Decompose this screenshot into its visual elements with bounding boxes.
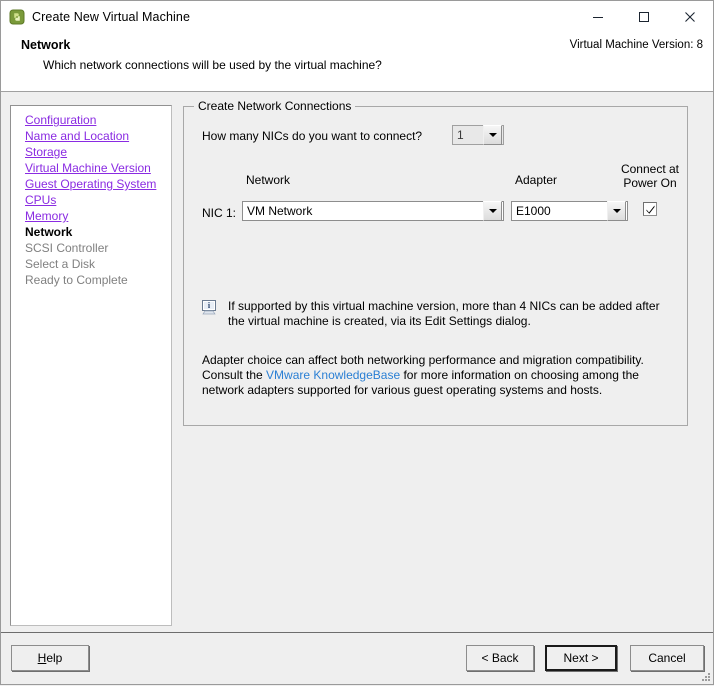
sidebar-item-virtual-machine-version[interactable]: Virtual Machine Version — [25, 160, 171, 176]
sidebar-item-guest-operating-system[interactable]: Guest Operating System — [25, 176, 171, 192]
info-note-text: If supported by this virtual machine ver… — [228, 299, 660, 328]
page-subtitle: Which network connections will be used b… — [43, 58, 382, 72]
vmware-vm-icon — [9, 9, 25, 25]
nic-count-value: 1 — [457, 128, 464, 142]
sidebar-item-configuration[interactable]: Configuration — [25, 112, 171, 128]
sidebar-item-storage[interactable]: Storage — [25, 144, 171, 160]
vm-version-label: Virtual Machine Version: 8 — [569, 39, 703, 51]
sidebar-item-select-a-disk: Select a Disk — [25, 257, 96, 271]
resize-grip[interactable] — [699, 671, 711, 683]
column-header-network: Network — [246, 173, 291, 187]
info-monitor-icon: i — [202, 300, 218, 316]
create-network-connections-group: Create Network Connections How many NICs… — [183, 99, 688, 426]
help-button[interactable]: Help — [11, 645, 89, 671]
page-title: Network — [21, 38, 71, 52]
network-dropdown[interactable]: VM Network — [242, 201, 504, 221]
network-value: VM Network — [247, 204, 313, 218]
sidebar-item-network: Network — [25, 225, 73, 239]
sidebar-item-scsi-controller: SCSI Controller — [25, 241, 109, 255]
nic-row-label: NIC 1: — [202, 206, 237, 220]
dialog-body: Configuration Name and Location Storage Vir… — [1, 92, 713, 632]
sidebar-item-memory[interactable]: Memory — [25, 208, 171, 224]
sidebar-item-name-and-location[interactable]: Name and Location — [25, 128, 171, 144]
adapter-choice-note: Adapter choice can affect both networkin… — [202, 353, 672, 398]
nic-count-label: How many NICs do you want to connect? — [202, 129, 423, 143]
connect-line-1: Connect at — [620, 162, 680, 176]
connect-at-power-on-checkbox[interactable] — [643, 202, 657, 216]
dialog-footer: Help < Back Next > Cancel — [1, 632, 713, 684]
adapter-value: E1000 — [516, 204, 551, 218]
wizard-header: Network Which network connections will b… — [1, 32, 713, 92]
help-suffix: elp — [46, 651, 63, 665]
checkmark-icon — [646, 205, 654, 214]
sidebar-item-ready-to-complete: Ready to Complete — [25, 273, 128, 287]
close-icon[interactable] — [667, 1, 713, 32]
back-button[interactable]: < Back — [466, 645, 534, 671]
window-title: Create New Virtual Machine — [32, 9, 190, 24]
chevron-down-icon[interactable] — [483, 201, 502, 221]
maximize-icon[interactable] — [621, 1, 667, 32]
column-header-adapter: Adapter — [515, 173, 558, 187]
minimize-icon[interactable] — [575, 1, 621, 32]
cancel-button[interactable]: Cancel — [630, 645, 704, 671]
title-bar: Create New Virtual Machine — [1, 1, 713, 32]
chevron-down-icon[interactable] — [607, 201, 626, 221]
window-controls — [575, 1, 713, 32]
column-header-connect-at-power-on: Connect at Power On — [616, 162, 684, 190]
vmware-knowledgebase-link[interactable]: VMware KnowledgeBase — [266, 368, 400, 382]
nic-count-dropdown[interactable]: 1 — [452, 125, 504, 145]
create-new-virtual-machine-dialog: Create New Virtual Machine Network Which… — [0, 0, 714, 685]
chevron-down-icon[interactable] — [483, 125, 502, 145]
connect-line-2: Power On — [623, 176, 677, 190]
next-button[interactable]: Next > — [545, 645, 617, 671]
nic-info-note: i If supported by this virtual machine v… — [202, 299, 662, 329]
sidebar-item-cpus[interactable]: CPUs — [25, 192, 171, 208]
adapter-dropdown[interactable]: E1000 — [511, 201, 628, 221]
wizard-step-list: Configuration Name and Location Storage Vir… — [10, 105, 172, 626]
